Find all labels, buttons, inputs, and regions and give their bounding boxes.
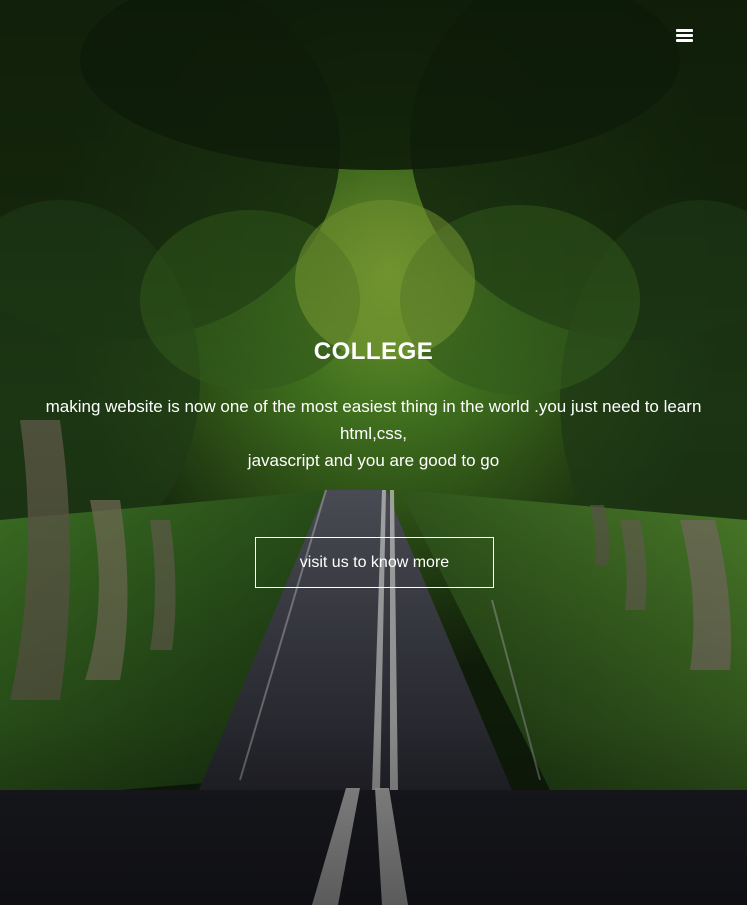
menu-bar bbox=[676, 34, 693, 37]
visit-us-button[interactable]: visit us to know more bbox=[255, 537, 494, 588]
hero-title: COLLEGE bbox=[313, 338, 434, 365]
hero-description: making website is now one of the most ea… bbox=[40, 393, 707, 474]
menu-bar bbox=[676, 29, 693, 32]
hero-description-line-2: javascript and you are good to go bbox=[247, 451, 500, 470]
hero-description-line-1: making website is now one of the most ea… bbox=[45, 397, 702, 443]
menu-bar bbox=[676, 39, 693, 42]
hero-section: COLLEGE making website is now one of the… bbox=[0, 0, 747, 905]
hamburger-menu-icon[interactable] bbox=[674, 26, 696, 46]
